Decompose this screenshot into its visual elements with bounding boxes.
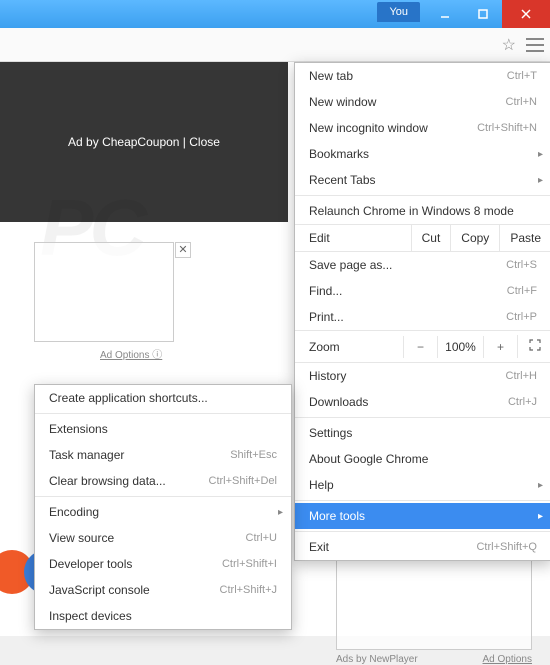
- label: Print...: [309, 310, 506, 324]
- ad-options-link-2[interactable]: Ad Options: [483, 654, 532, 665]
- label: New window: [309, 95, 506, 109]
- shortcut: Ctrl+Shift+N: [477, 122, 537, 134]
- label: Relaunch Chrome in Windows 8 mode: [309, 204, 537, 218]
- close-button[interactable]: [502, 0, 550, 28]
- zoom-in-button[interactable]: +: [483, 336, 517, 358]
- submenu-task-manager[interactable]: Task managerShift+Esc: [35, 442, 291, 468]
- submenu-inspect-devices[interactable]: Inspect devices: [35, 603, 291, 629]
- shortcut: Ctrl+F: [507, 285, 537, 297]
- menu-new-window[interactable]: New windowCtrl+N: [295, 89, 550, 115]
- label: Help: [309, 478, 537, 492]
- label: Exit: [309, 540, 476, 554]
- ad-box-1: ✕: [34, 242, 174, 342]
- separator: [295, 417, 550, 418]
- zoom-percent: 100%: [437, 336, 483, 358]
- menu-history[interactable]: HistoryCtrl+H: [295, 363, 550, 389]
- shortcut: Ctrl+N: [506, 96, 537, 108]
- label: Downloads: [309, 395, 508, 409]
- shortcut: Ctrl+H: [506, 370, 537, 382]
- separator: [295, 500, 550, 501]
- submenu-developer-tools[interactable]: Developer toolsCtrl+Shift+I: [35, 551, 291, 577]
- zoom-label: Zoom: [295, 340, 403, 354]
- bookmark-star-icon[interactable]: ☆: [502, 35, 516, 55]
- label: JavaScript console: [49, 583, 220, 597]
- ads-by-label: Ads by NewPlayer: [336, 654, 418, 665]
- separator: [295, 195, 550, 196]
- menu-edit-row: Edit Cut Copy Paste: [295, 224, 550, 252]
- submenu-encoding[interactable]: Encoding: [35, 499, 291, 525]
- submenu-js-console[interactable]: JavaScript consoleCtrl+Shift+J: [35, 577, 291, 603]
- ad-options-link-1[interactable]: Ad Options: [100, 346, 162, 361]
- label: Find...: [309, 284, 507, 298]
- window-titlebar: You: [0, 0, 550, 28]
- browser-toolbar: ☆: [0, 28, 550, 62]
- separator: [35, 413, 291, 414]
- label: New incognito window: [309, 121, 477, 135]
- copy-button[interactable]: Copy: [450, 225, 499, 251]
- label: Extensions: [49, 422, 277, 436]
- shortcut: Ctrl+U: [246, 532, 277, 544]
- label: Bookmarks: [309, 147, 537, 161]
- menu-zoom-row: Zoom − 100% +: [295, 330, 550, 363]
- ad-banner[interactable]: Ad by CheapCoupon | Close: [0, 62, 288, 222]
- menu-hamburger-icon[interactable]: [526, 38, 544, 52]
- label: Clear browsing data...: [49, 474, 209, 488]
- label: Task manager: [49, 448, 230, 462]
- shortcut: Shift+Esc: [230, 449, 277, 461]
- shortcut: Ctrl+Shift+J: [220, 584, 277, 596]
- label: Create application shortcuts...: [49, 391, 277, 405]
- shortcut: Ctrl+Shift+Del: [209, 475, 277, 487]
- edit-label: Edit: [295, 225, 411, 251]
- separator: [295, 531, 550, 532]
- label: View source: [49, 531, 246, 545]
- more-tools-submenu: Create application shortcuts... Extensio…: [34, 384, 292, 630]
- label: About Google Chrome: [309, 452, 537, 466]
- label: Settings: [309, 426, 537, 440]
- submenu-clear-data[interactable]: Clear browsing data...Ctrl+Shift+Del: [35, 468, 291, 494]
- ad-box-2-label: Ads by NewPlayer Ad Options: [336, 654, 532, 665]
- menu-print[interactable]: Print...Ctrl+P: [295, 304, 550, 330]
- window-buttons: [426, 0, 550, 28]
- label: Encoding: [49, 505, 277, 519]
- fullscreen-button[interactable]: [517, 335, 550, 358]
- menu-downloads[interactable]: DownloadsCtrl+J: [295, 389, 550, 415]
- menu-new-incognito[interactable]: New incognito windowCtrl+Shift+N: [295, 115, 550, 141]
- shortcut: Ctrl+Shift+Q: [476, 541, 537, 553]
- cut-button[interactable]: Cut: [411, 225, 451, 251]
- ad-close-icon[interactable]: ✕: [175, 242, 191, 258]
- user-button[interactable]: You: [377, 2, 420, 22]
- menu-new-tab[interactable]: New tabCtrl+T: [295, 63, 550, 89]
- menu-about[interactable]: About Google Chrome: [295, 446, 550, 472]
- label: Developer tools: [49, 557, 222, 571]
- menu-recent-tabs[interactable]: Recent Tabs: [295, 167, 550, 193]
- shortcut: Ctrl+S: [506, 259, 537, 271]
- shortcut: Ctrl+Shift+I: [222, 558, 277, 570]
- menu-bookmarks[interactable]: Bookmarks: [295, 141, 550, 167]
- submenu-extensions[interactable]: Extensions: [35, 416, 291, 442]
- maximize-button[interactable]: [464, 0, 502, 28]
- paste-button[interactable]: Paste: [499, 225, 550, 251]
- menu-find[interactable]: Find...Ctrl+F: [295, 278, 550, 304]
- menu-exit[interactable]: ExitCtrl+Shift+Q: [295, 534, 550, 560]
- submenu-create-shortcuts[interactable]: Create application shortcuts...: [35, 385, 291, 411]
- zoom-out-button[interactable]: −: [403, 336, 437, 358]
- shortcut: Ctrl+P: [506, 311, 537, 323]
- menu-more-tools[interactable]: More tools: [295, 503, 550, 529]
- menu-save-as[interactable]: Save page as...Ctrl+S: [295, 252, 550, 278]
- label: Recent Tabs: [309, 173, 537, 187]
- menu-settings[interactable]: Settings: [295, 420, 550, 446]
- menu-help[interactable]: Help: [295, 472, 550, 498]
- minimize-button[interactable]: [426, 0, 464, 28]
- menu-relaunch-win8[interactable]: Relaunch Chrome in Windows 8 mode: [295, 198, 550, 224]
- shortcut: Ctrl+T: [507, 70, 537, 82]
- label: Save page as...: [309, 258, 506, 272]
- shortcut: Ctrl+J: [508, 396, 537, 408]
- label: History: [309, 369, 506, 383]
- separator: [35, 496, 291, 497]
- chrome-main-menu: New tabCtrl+T New windowCtrl+N New incog…: [294, 62, 550, 561]
- submenu-view-source[interactable]: View sourceCtrl+U: [35, 525, 291, 551]
- label: Inspect devices: [49, 609, 277, 623]
- label: New tab: [309, 69, 507, 83]
- label: More tools: [309, 509, 537, 523]
